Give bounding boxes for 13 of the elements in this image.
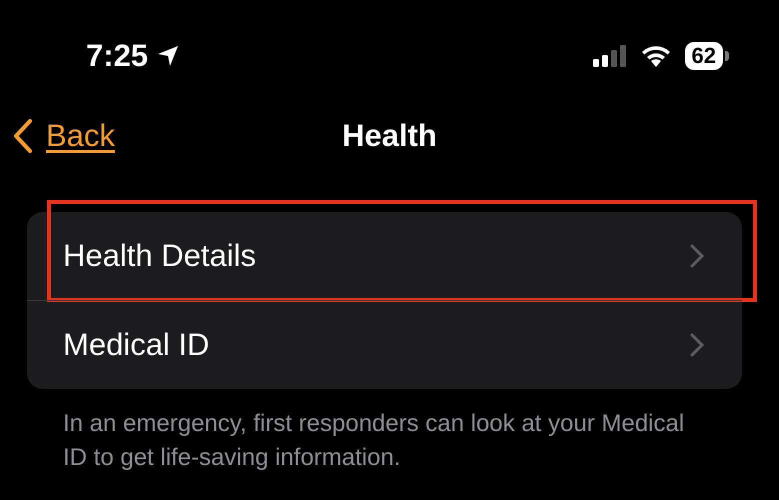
chevron-icon [690, 244, 704, 268]
location-arrow-icon [156, 44, 180, 68]
settings-row[interactable]: Health Details [27, 212, 742, 300]
footer-note: In an emergency, first responders can look at your Medical ID to get life-saving information. [63, 409, 686, 473]
status-time: 7:25 [86, 38, 148, 74]
chevron-icon [690, 333, 704, 357]
back-link[interactable]: Back [12, 118, 115, 154]
page-title: Health [342, 118, 437, 154]
back-chevron-icon [12, 118, 34, 154]
settings-row[interactable]: Medical ID [27, 301, 742, 389]
signal-icon [592, 45, 627, 67]
wifi-icon [640, 45, 671, 67]
battery-indicator: 62 [684, 42, 729, 70]
